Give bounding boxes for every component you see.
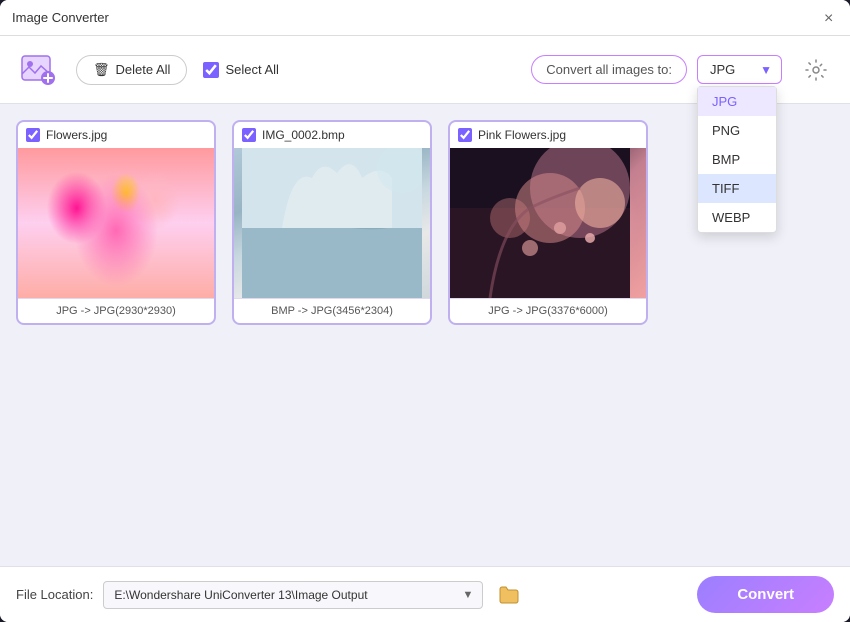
thumb-bmp (234, 148, 430, 298)
card-filename-flowers: Flowers.jpg (46, 128, 107, 142)
close-button[interactable]: × (824, 11, 838, 25)
toolbar: 🗑 Delete All Select All Convert all imag… (0, 36, 850, 104)
dropdown-item-jpg[interactable]: JPG (698, 87, 776, 116)
dropdown-item-tiff[interactable]: TIFF (698, 174, 776, 203)
select-all-checkbox[interactable] (203, 62, 219, 78)
convert-all-label: Convert all images to: (531, 55, 687, 84)
titlebar: Image Converter × (0, 0, 850, 36)
thumb-bmp-visual (234, 148, 430, 298)
pink-illustration (450, 148, 630, 298)
card-header-pink: Pink Flowers.jpg (450, 122, 646, 148)
select-all-wrapper[interactable]: Select All (203, 62, 278, 78)
settings-button[interactable] (798, 52, 834, 88)
image-card-bmp: IMG_0002.bmp BMP -> JPG(3456*2304) (232, 120, 432, 325)
card-header-flowers: Flowers.jpg (18, 122, 214, 148)
folder-icon (498, 585, 520, 605)
image-card-flowers: Flowers.jpg JPG -> JPG(2930*2930) (16, 120, 216, 325)
convert-button[interactable]: Convert (697, 576, 834, 613)
format-select[interactable]: JPG PNG BMP TIFF WEBP (697, 55, 782, 84)
add-image-icon (20, 52, 56, 88)
main-window: Image Converter × 🗑 Delete All Select Al… (0, 0, 850, 622)
bottom-bar: File Location: E:\Wondershare UniConvert… (0, 566, 850, 622)
browse-folder-button[interactable] (493, 579, 525, 611)
file-location-label: File Location: (16, 587, 93, 602)
flower-overlay (18, 148, 214, 298)
convert-all-wrapper: Convert all images to: JPG PNG BMP TIFF … (531, 55, 782, 84)
card-filename-pink: Pink Flowers.jpg (478, 128, 566, 142)
add-image-button[interactable] (16, 48, 60, 92)
bmp-illustration (242, 148, 422, 298)
card-caption-flowers: JPG -> JPG(2930*2930) (18, 298, 214, 323)
dropdown-item-png[interactable]: PNG (698, 116, 776, 145)
select-all-label: Select All (225, 62, 278, 77)
dropdown-item-bmp[interactable]: BMP (698, 145, 776, 174)
thumb-flowers-visual (18, 148, 214, 298)
card-checkbox-flowers[interactable] (26, 128, 40, 142)
thumb-pink-visual (450, 148, 646, 298)
thumb-pink (450, 148, 646, 298)
card-filename-bmp: IMG_0002.bmp (262, 128, 345, 142)
file-path-select[interactable]: E:\Wondershare UniConverter 13\Image Out… (103, 581, 483, 609)
card-header-bmp: IMG_0002.bmp (234, 122, 430, 148)
file-path-wrapper: E:\Wondershare UniConverter 13\Image Out… (103, 581, 483, 609)
settings-icon (804, 58, 828, 82)
thumb-flowers (18, 148, 214, 298)
delete-all-label: Delete All (116, 62, 171, 77)
card-caption-bmp: BMP -> JPG(3456*2304) (234, 298, 430, 323)
window-title: Image Converter (12, 10, 109, 25)
format-dropdown-menu[interactable]: JPG PNG BMP TIFF WEBP (697, 86, 777, 233)
format-select-wrapper: JPG PNG BMP TIFF WEBP ▼ JPG PNG BMP TIFF… (697, 55, 782, 84)
image-card-pink: Pink Flowers.jpg (448, 120, 648, 325)
trash-icon: 🗑 (93, 62, 110, 78)
card-checkbox-bmp[interactable] (242, 128, 256, 142)
card-caption-pink: JPG -> JPG(3376*6000) (450, 298, 646, 323)
card-checkbox-pink[interactable] (458, 128, 472, 142)
delete-all-button[interactable]: 🗑 Delete All (76, 55, 187, 85)
dropdown-item-webp[interactable]: WEBP (698, 203, 776, 232)
